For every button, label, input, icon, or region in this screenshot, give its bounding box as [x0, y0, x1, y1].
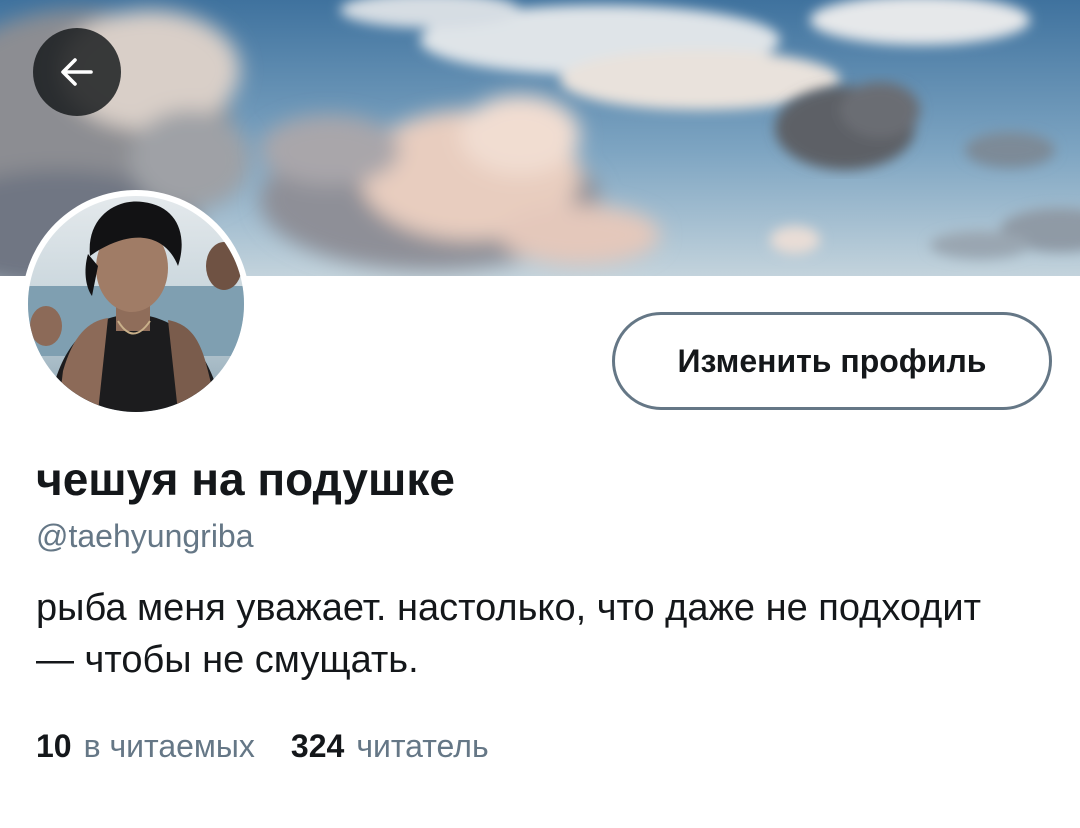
edit-profile-button[interactable]: Изменить профиль — [612, 312, 1052, 410]
username-handle: @taehyungriba — [36, 518, 254, 554]
followers-label: читатель — [356, 728, 489, 764]
avatar-photo — [28, 196, 244, 412]
arrow-left-icon — [61, 58, 93, 86]
following-label: в читаемых — [83, 728, 255, 764]
followers-stat[interactable]: 324 читатель — [291, 728, 489, 765]
following-stat[interactable]: 10 в читаемых — [36, 728, 255, 765]
following-count: 10 — [36, 728, 72, 764]
display-name: чешуя на подушке — [36, 453, 455, 505]
avatar[interactable] — [22, 190, 250, 418]
back-button[interactable] — [33, 28, 121, 116]
followers-count: 324 — [290, 728, 345, 764]
follow-stats: 10 в читаемых 324 читатель — [36, 728, 489, 765]
profile-bio: рыба меня уважает. настолько, что даже н… — [36, 587, 981, 681]
